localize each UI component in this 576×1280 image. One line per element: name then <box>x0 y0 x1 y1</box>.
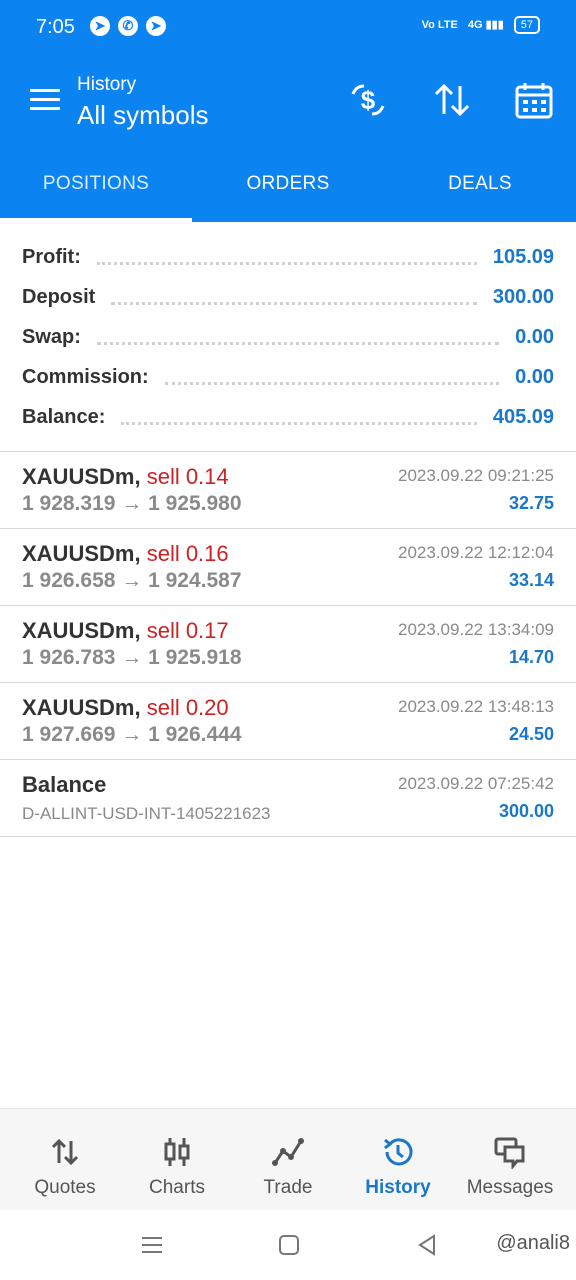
deal-profit: 14.70 <box>508 647 554 667</box>
balance-account: D-ALLINT-USD-INT-1405221623 <box>22 804 271 823</box>
trade-line-icon <box>271 1135 305 1169</box>
summary-label: Profit: <box>22 245 81 268</box>
whatsapp-icon: ✆ <box>118 16 138 36</box>
notification-icons: ➤ ✆ ➤ <box>90 16 166 36</box>
network-indicator: 4G ▮▮▮ <box>467 19 504 31</box>
nav-label: Charts <box>149 1177 205 1198</box>
quotes-arrows-icon <box>48 1135 82 1169</box>
status-right: Vo LTE 4G ▮▮▮ 57 <box>422 16 540 34</box>
deal-prices: 1 926.783 → 1 925.918 <box>22 646 242 669</box>
deal-time: 2023.09.22 09:21:25 <box>398 466 554 485</box>
status-bar: 7:05 ➤ ✆ ➤ Vo LTE 4G ▮▮▮ 57 <box>0 0 576 56</box>
svg-text:$: $ <box>361 85 376 115</box>
balance-time: 2023.09.22 07:25:42 <box>398 774 554 793</box>
hamburger-menu-icon[interactable] <box>30 89 60 113</box>
nav-history[interactable]: History <box>342 1109 454 1211</box>
dotted-leader <box>111 301 477 305</box>
summary-swap: Swap: 0.00 <box>22 317 554 357</box>
deal-time: 2023.09.22 13:48:13 <box>398 697 554 716</box>
deal-row[interactable]: XAUUSDm, sell 0.17 1 926.783 → 1 925.918… <box>0 606 576 683</box>
balance-amount: 300.00 <box>498 801 554 821</box>
bottom-navigation: Quotes Charts Trade History Messages <box>0 1108 576 1210</box>
history-summary: Profit: 105.09 Deposit 300.00 Swap: 0.00… <box>0 222 576 452</box>
tab-orders[interactable]: ORDERS <box>192 146 384 222</box>
deposit-value: 300.00 <box>492 285 554 308</box>
status-time: 7:05 <box>36 16 75 38</box>
deal-profit: 24.50 <box>508 724 554 744</box>
telegram-icon: ➤ <box>146 16 166 36</box>
symbol-selector[interactable]: All symbols <box>77 100 208 131</box>
telegram-icon: ➤ <box>90 16 110 36</box>
summary-label: Deposit <box>22 285 96 308</box>
commission-value: 0.00 <box>515 365 554 388</box>
deal-prices: 1 927.669 → 1 926.444 <box>22 723 242 746</box>
battery-icon: 57 <box>513 16 540 34</box>
deal-prices: 1 926.658 → 1 924.587 <box>22 569 242 592</box>
dollar-exchange-icon[interactable]: $ <box>348 80 388 120</box>
sort-icon[interactable] <box>432 80 472 120</box>
deal-symbol: XAUUSDm, <box>22 541 141 566</box>
dotted-leader <box>96 261 477 265</box>
deal-symbol: XAUUSDm, <box>22 464 141 489</box>
deal-row[interactable]: XAUUSDm, sell 0.20 1 927.669 → 1 926.444… <box>0 683 576 760</box>
summary-commission: Commission: 0.00 <box>22 357 554 397</box>
deal-row[interactable]: XAUUSDm, sell 0.16 1 926.658 → 1 924.587… <box>0 529 576 606</box>
header-subtitle: History <box>77 74 137 95</box>
nav-label: Messages <box>466 1177 554 1198</box>
deal-symbol: XAUUSDm, <box>22 695 141 720</box>
system-navigation: @anali8 <box>0 1210 576 1280</box>
profit-value: 105.09 <box>492 245 554 268</box>
dotted-leader <box>96 341 500 345</box>
home-icon[interactable] <box>276 1232 302 1258</box>
summary-label: Commission: <box>22 365 149 388</box>
deal-prices: 1 928.319 → 1 925.980 <box>22 492 242 515</box>
deal-time: 2023.09.22 12:12:04 <box>398 543 554 562</box>
calendar-icon[interactable] <box>514 80 554 120</box>
nav-messages[interactable]: Messages <box>454 1109 566 1211</box>
nav-label: History <box>365 1177 431 1198</box>
summary-profit: Profit: 105.09 <box>22 237 554 277</box>
tab-deals[interactable]: DEALS <box>384 146 576 222</box>
dotted-leader <box>164 381 500 385</box>
summary-label: Balance: <box>22 405 106 428</box>
deal-row[interactable]: XAUUSDm, sell 0.14 1 928.319 → 1 925.980… <box>0 452 576 529</box>
dotted-leader <box>121 421 477 425</box>
summary-label: Swap: <box>22 325 81 348</box>
history-tabs: POSITIONS ORDERS DEALS <box>0 146 576 222</box>
nav-charts[interactable]: Charts <box>121 1109 233 1211</box>
tab-positions[interactable]: POSITIONS <box>0 146 192 222</box>
summary-balance: Balance: 405.09 <box>22 397 554 437</box>
back-icon[interactable] <box>414 1232 440 1258</box>
recents-icon[interactable] <box>139 1232 165 1258</box>
app-header: History All symbols $ <box>0 56 576 146</box>
swap-value: 0.00 <box>515 325 554 348</box>
deal-side: sell 0.17 <box>146 618 229 643</box>
nav-trade[interactable]: Trade <box>232 1109 344 1211</box>
history-clock-icon <box>381 1135 415 1169</box>
deal-profit: 33.14 <box>508 570 554 590</box>
deal-profit: 32.75 <box>508 493 554 513</box>
nav-label: Trade <box>263 1177 313 1198</box>
balance-title: Balance <box>22 772 107 797</box>
messages-icon <box>493 1135 527 1171</box>
deal-time: 2023.09.22 13:34:09 <box>398 620 554 639</box>
deal-side: sell 0.14 <box>146 464 229 489</box>
volte-indicator: Vo LTE <box>421 19 458 31</box>
balance-row[interactable]: Balance D-ALLINT-USD-INT-1405221623 2023… <box>0 760 576 837</box>
nav-label: Quotes <box>34 1177 96 1198</box>
deal-side: sell 0.16 <box>146 541 229 566</box>
candlestick-icon <box>160 1135 194 1169</box>
watermark: @anali8 <box>496 1232 570 1254</box>
balance-value: 405.09 <box>492 405 554 428</box>
nav-quotes[interactable]: Quotes <box>9 1109 121 1211</box>
summary-deposit: Deposit 300.00 <box>22 277 554 317</box>
deal-side: sell 0.20 <box>146 695 229 720</box>
deal-symbol: XAUUSDm, <box>22 618 141 643</box>
